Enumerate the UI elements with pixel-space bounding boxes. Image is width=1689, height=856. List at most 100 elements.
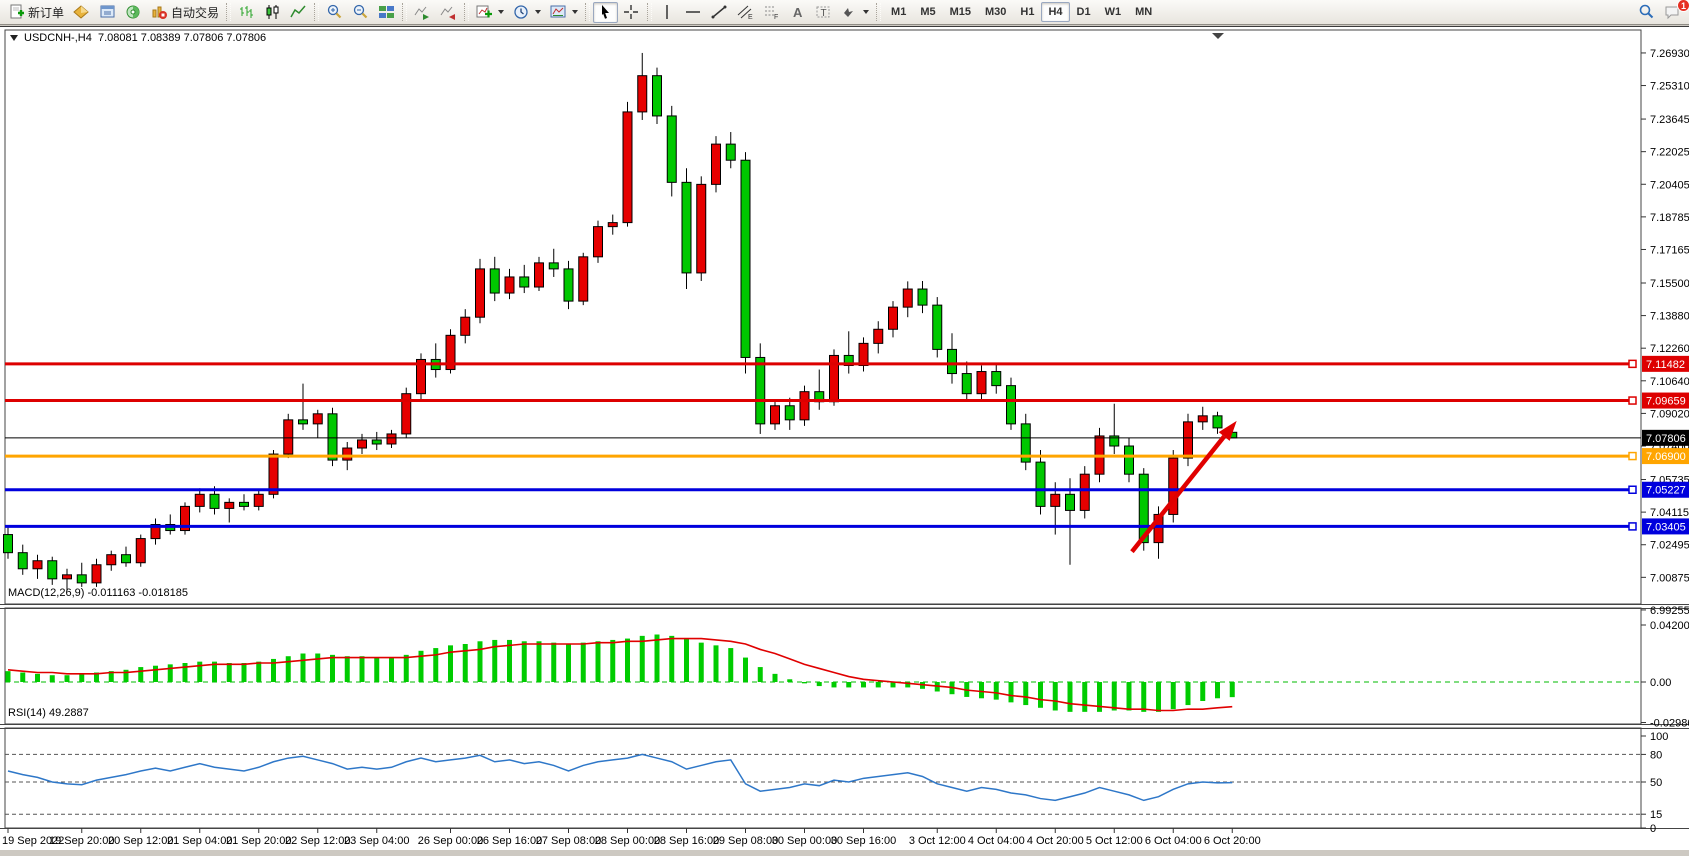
tile-windows-button[interactable]: [374, 2, 399, 23]
vertical-line-button[interactable]: [655, 2, 680, 23]
timeframe-D1[interactable]: D1: [1070, 2, 1098, 22]
line-handle[interactable]: [1629, 523, 1636, 530]
line-handle[interactable]: [1629, 486, 1636, 493]
indicators-icon: [476, 4, 493, 20]
periods-dropdown-icon: [535, 10, 541, 14]
data-window-button[interactable]: [95, 2, 120, 23]
candle: [756, 357, 765, 423]
macd-histogram-bar: [1215, 682, 1220, 698]
time-axis-label: 6 Oct 20:00: [1204, 835, 1261, 847]
zoom-in-button[interactable]: [322, 2, 347, 23]
rsi-axis-label: 100: [1650, 731, 1668, 743]
indicators-dropdown-icon: [498, 10, 504, 14]
macd-histogram-bar: [1068, 682, 1073, 712]
price-line-label-text: 7.03405: [1646, 521, 1686, 533]
candle: [63, 575, 72, 579]
zoom-out-icon: [352, 4, 369, 20]
text-label-button[interactable]: T: [811, 2, 836, 23]
macd-histogram-bar: [787, 679, 792, 682]
timeframe-W1[interactable]: W1: [1098, 2, 1129, 22]
zoom-out-button[interactable]: [348, 2, 373, 23]
timeframe-H4[interactable]: H4: [1041, 2, 1069, 22]
macd-pane[interactable]: [5, 608, 1641, 724]
price-axis-tick-label: 7.09020: [1650, 408, 1689, 420]
horizontal-line-button[interactable]: [681, 2, 706, 23]
autotrading-button[interactable]: 自动交易: [147, 2, 223, 23]
auto-scroll-button[interactable]: [410, 2, 435, 23]
new-order-button[interactable]: 新订单: [4, 2, 68, 23]
periods-button[interactable]: [509, 2, 545, 23]
macd-axis-label: 0.042001: [1650, 620, 1689, 632]
text-button[interactable]: A: [785, 2, 810, 23]
templates-dropdown-icon: [572, 10, 578, 14]
navigator-button[interactable]: [121, 2, 146, 23]
chart-area[interactable]: 7.269307.253107.236457.220257.204057.187…: [0, 26, 1689, 850]
macd-histogram-bar: [478, 641, 483, 682]
macd-histogram-bar: [138, 667, 143, 682]
rsi-axis-label: 50: [1650, 777, 1662, 789]
macd-histogram-bar: [832, 682, 837, 687]
candle: [358, 440, 367, 448]
macd-histogram-bar: [242, 663, 247, 682]
fibonacci-button[interactable]: F: [759, 2, 784, 23]
toolbar-separator: [314, 3, 319, 21]
horizontal-line-icon: [685, 4, 702, 20]
candle: [726, 144, 735, 160]
chart-canvas[interactable]: 7.269307.253107.236457.220257.204057.187…: [0, 27, 1689, 851]
candle: [1184, 422, 1193, 458]
price-axis-tick-label: 7.23645: [1650, 114, 1689, 126]
macd-histogram-bar: [743, 658, 748, 682]
chart-shift-button[interactable]: [436, 2, 461, 23]
toolbar-separator: [585, 3, 590, 21]
price-axis-tick-label: 7.17165: [1650, 244, 1689, 256]
candle: [48, 561, 57, 579]
bar-chart-button[interactable]: [234, 2, 259, 23]
templates-button[interactable]: [546, 2, 582, 23]
timeframe-H1[interactable]: H1: [1013, 2, 1041, 22]
arrows-button[interactable]: [837, 2, 873, 23]
rsi-indicator-label: RSI(14) 49.2887: [8, 707, 89, 719]
macd-axis-label: -0.029864: [1650, 718, 1689, 730]
candle: [328, 414, 337, 460]
equidistant-channel-button[interactable]: E: [733, 2, 758, 23]
crosshair-button[interactable]: [619, 2, 644, 23]
timeframe-M30[interactable]: M30: [978, 2, 1013, 22]
timeframe-M1[interactable]: M1: [884, 2, 913, 22]
line-handle[interactable]: [1629, 453, 1636, 460]
price-axis-tick-label: 7.18785: [1650, 212, 1689, 224]
search-button[interactable]: [1634, 2, 1659, 23]
time-axis-label: 4 Oct 20:00: [1027, 835, 1084, 847]
market-watch-button[interactable]: [69, 2, 94, 23]
macd-histogram-bar: [1200, 682, 1205, 701]
toolbar-separator: [464, 3, 469, 21]
macd-histogram-bar: [802, 682, 807, 683]
timeframe-bar: M1M5M15M30H1H4D1W1MN: [884, 2, 1159, 22]
candle: [1080, 474, 1089, 510]
rsi-pane[interactable]: [5, 728, 1641, 828]
macd-histogram-bar: [1156, 682, 1161, 712]
main-pane[interactable]: [5, 30, 1641, 604]
macd-histogram-bar: [1112, 682, 1117, 710]
notifications-button[interactable]: 1: [1660, 2, 1685, 23]
arrows-icon: [841, 4, 858, 20]
one-click-trading-toggle-icon[interactable]: [10, 35, 18, 41]
trendline-button[interactable]: [707, 2, 732, 23]
time-axis-label: 29 Sep 08:00: [713, 835, 778, 847]
line-chart-button[interactable]: [286, 2, 311, 23]
timeframe-M5[interactable]: M5: [913, 2, 942, 22]
chart-shift-icon: [440, 4, 457, 20]
timeframe-MN[interactable]: MN: [1128, 2, 1159, 22]
macd-histogram-bar: [1230, 682, 1235, 697]
line-handle[interactable]: [1629, 360, 1636, 367]
candlestick-chart-button[interactable]: [260, 2, 285, 23]
candle: [594, 227, 603, 257]
candlestick-chart-icon: [264, 4, 281, 20]
macd-histogram-bar: [596, 641, 601, 682]
macd-histogram-bar: [35, 674, 40, 682]
indicators-button[interactable]: [472, 2, 508, 23]
equidistant-channel-icon: E: [737, 4, 754, 20]
cursor-button[interactable]: [593, 2, 618, 23]
toolbar-separator: [402, 3, 407, 21]
timeframe-M15[interactable]: M15: [943, 2, 978, 22]
line-handle[interactable]: [1629, 397, 1636, 404]
